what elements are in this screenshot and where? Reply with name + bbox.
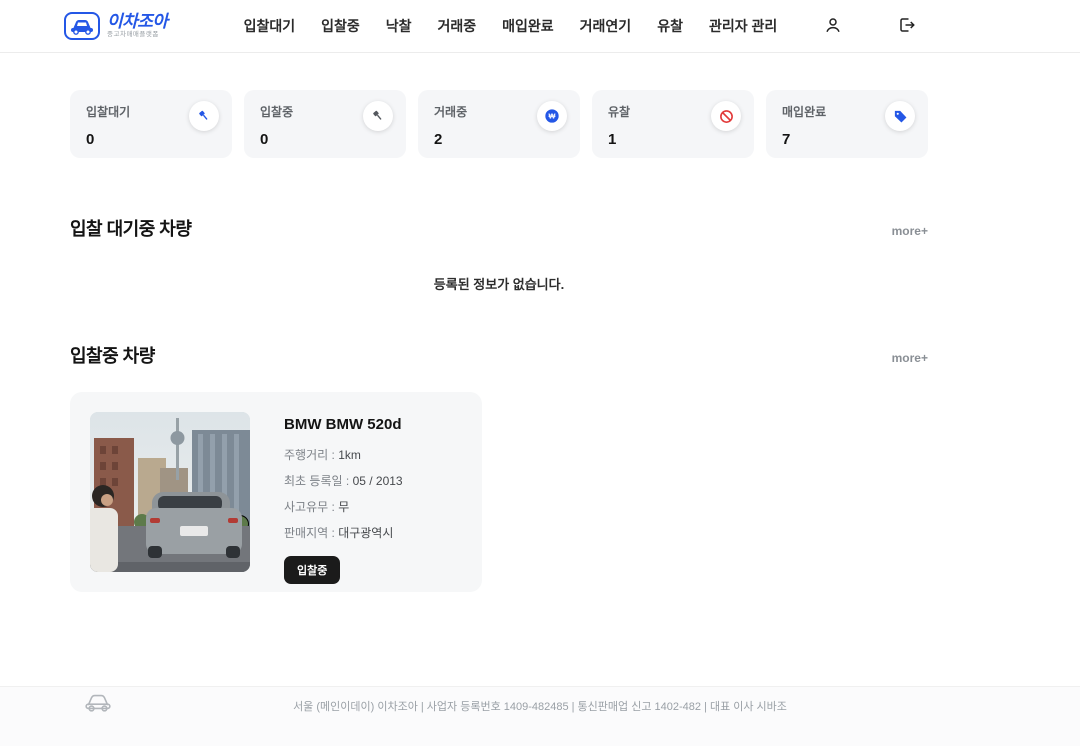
user-profile-button[interactable] — [822, 14, 844, 39]
status-badge: 입찰중 — [284, 556, 341, 584]
car-logo-icon — [64, 12, 100, 40]
car-detail-accident-history: 사고유무 : 무 — [284, 500, 350, 514]
car-detail-sale-region: 판매지역 : 대구광역시 — [284, 526, 394, 540]
person-icon — [824, 16, 842, 37]
stats-row: 입찰대기 0 입찰중 0 거래중 2 ₩ 유찰 1 매입완료 7 — [70, 90, 928, 158]
main-nav: 입찰대기 입찰중 낙찰 거래중 매입완료 거래연기 유찰 관리자 관리 — [244, 16, 778, 36]
car-photo — [90, 412, 250, 572]
svg-text:₩: ₩ — [549, 112, 556, 121]
logo-title: 이차조아 — [107, 12, 168, 32]
topbar-actions — [822, 14, 918, 39]
stat-value: 1 — [608, 131, 617, 148]
more-link[interactable]: more+ — [892, 224, 928, 238]
car-detail-first-registration: 최초 등록일 : 05 / 2013 — [284, 474, 403, 488]
coin-icon: ₩ — [537, 101, 567, 131]
car-info: BMW BMW 520d 주행거리 : 1km 최초 등록일 : 05 / 20… — [284, 412, 403, 584]
stat-card-bid-waiting[interactable]: 입찰대기 0 — [70, 90, 232, 158]
stat-value: 0 — [86, 131, 95, 148]
section-bid-waiting-cars: 입찰 대기중 차량 more+ 등록된 정보가 없습니다. — [70, 215, 928, 293]
nav-item-won-bid[interactable]: 낙찰 — [386, 16, 412, 36]
empty-state-text: 등록된 정보가 없습니다. — [433, 277, 565, 292]
logo-subtitle: 중고차매매플랫폼 — [107, 31, 159, 39]
stat-card-in-trade[interactable]: 거래중 2 ₩ — [418, 90, 580, 158]
nav-item-in-trade[interactable]: 거래중 — [438, 16, 477, 36]
tag-icon — [885, 101, 915, 131]
nav-item-purchase-complete[interactable]: 매입완료 — [502, 16, 554, 36]
section-title: 입찰중 차량 — [70, 346, 155, 366]
car-listing-card[interactable]: BMW BMW 520d 주행거리 : 1km 최초 등록일 : 05 / 20… — [70, 392, 482, 592]
nav-item-failed-bid[interactable]: 유찰 — [657, 16, 683, 36]
car-title: BMW BMW 520d — [284, 416, 402, 433]
footer-business-info: 서울 (메인이데이) 이차조아 | 사업자 등록번호 1409-482485 |… — [293, 701, 787, 713]
gavel-icon — [189, 101, 219, 131]
logout-icon — [898, 16, 916, 37]
no-sign-icon — [711, 101, 741, 131]
page-footer: 서울 (메인이데이) 이차조아 | 사업자 등록번호 1409-482485 |… — [0, 686, 1080, 746]
gavel-icon — [363, 101, 393, 131]
more-link[interactable]: more+ — [892, 351, 928, 365]
stat-value: 2 — [434, 131, 443, 148]
stat-card-bidding[interactable]: 입찰중 0 — [244, 90, 406, 158]
logout-button[interactable] — [896, 14, 918, 39]
car-detail-mileage: 주행거리 : 1km — [284, 448, 361, 462]
nav-item-bid-waiting[interactable]: 입찰대기 — [244, 16, 296, 36]
nav-item-admin-management[interactable]: 관리자 관리 — [709, 16, 777, 36]
stat-card-purchase-complete[interactable]: 매입완료 7 — [766, 90, 928, 158]
stat-card-failed-bid[interactable]: 유찰 1 — [592, 90, 754, 158]
top-navigation-bar: 이차조아 중고차매매플랫폼 입찰대기 입찰중 낙찰 거래중 매입완료 거래연기 … — [0, 0, 1080, 53]
section-bidding-cars: 입찰중 차량 more+ BMW BMW 520d 주행거리: 1km 최초 … — [70, 342, 928, 592]
app-logo[interactable]: 이차조아 중고차매매플랫폼 — [64, 12, 168, 40]
nav-item-trade-postpone[interactable]: 거래연기 — [580, 16, 632, 36]
section-title: 입찰 대기중 차량 — [70, 219, 192, 239]
dashboard-main: 입찰대기 0 입찰중 0 거래중 2 ₩ 유찰 1 매입완료 7 입찰 대기중 … — [70, 90, 928, 592]
stat-value: 7 — [782, 131, 791, 148]
nav-item-bidding[interactable]: 입찰중 — [321, 16, 360, 36]
stat-value: 0 — [260, 131, 269, 148]
footer-car-logo-icon — [84, 692, 112, 717]
